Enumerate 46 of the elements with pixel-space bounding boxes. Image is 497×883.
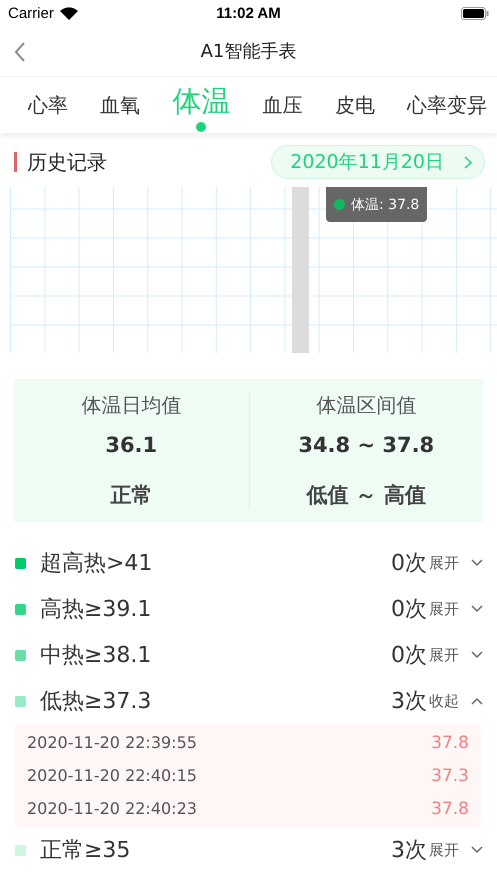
record-time: 2020-11-20 22:40:15	[27, 766, 197, 785]
record-value: 37.3	[431, 766, 469, 786]
expand-toggle[interactable]: 展开	[427, 840, 483, 860]
summary-status: 正常	[110, 482, 152, 509]
level-label: 超高热>41	[40, 550, 154, 578]
battery-icon	[460, 6, 489, 20]
level-label: 高热≥39.1	[40, 596, 152, 624]
level-count: 0次	[391, 550, 427, 578]
chart-tooltip: 体温: 37.8	[326, 187, 428, 222]
carrier-name: Carrier	[8, 4, 54, 22]
summary-label: 体温区间值	[316, 392, 416, 419]
summary-status: 低值 ～ 高值	[306, 482, 426, 509]
tab[interactable]: 心率	[28, 92, 68, 118]
status-time: 11:02 AM	[216, 4, 281, 22]
chevron-right-icon	[464, 156, 472, 168]
chevron-down-icon	[471, 605, 483, 613]
level-label: 正常≥35	[40, 837, 132, 865]
level-label: 低热≥37.3	[40, 688, 152, 716]
summary-label: 体温日均值	[81, 392, 182, 419]
chevron-down-icon	[471, 846, 483, 854]
record-value: 37.8	[431, 732, 469, 752]
record-value: 37.8	[431, 798, 469, 818]
section-title: 历史记录	[14, 152, 107, 172]
chevron-up-icon	[471, 697, 483, 705]
tab[interactable]: 心率变异	[406, 92, 487, 118]
tab[interactable]: 皮电	[334, 92, 375, 118]
record-time: 2020-11-20 22:39:55	[27, 733, 197, 752]
chevron-down-icon	[471, 559, 483, 567]
expand-toggle[interactable]: 展开	[427, 600, 483, 618]
tab[interactable]: 血压	[262, 92, 303, 118]
summary-value: 36.1	[105, 433, 158, 457]
wifi-icon	[60, 6, 78, 20]
level-count: 3次	[391, 837, 427, 865]
level-count: 0次	[391, 596, 427, 624]
chevron-down-icon	[471, 651, 483, 659]
tab[interactable]: 血氧	[100, 92, 140, 118]
level-count: 3次	[391, 688, 427, 716]
expand-toggle[interactable]: 收起	[427, 692, 483, 710]
level-count: 0次	[391, 642, 427, 670]
level-label: 中热≥38.1	[40, 642, 152, 670]
back-icon[interactable]	[14, 42, 26, 62]
record-time: 2020-11-20 22:40:23	[27, 799, 197, 818]
summary-value: 34.8 ~ 37.8	[298, 433, 434, 457]
expand-toggle[interactable]: 展开	[427, 554, 483, 572]
page-title: A1智能手表	[200, 40, 296, 63]
expand-toggle[interactable]: 展开	[427, 646, 483, 664]
